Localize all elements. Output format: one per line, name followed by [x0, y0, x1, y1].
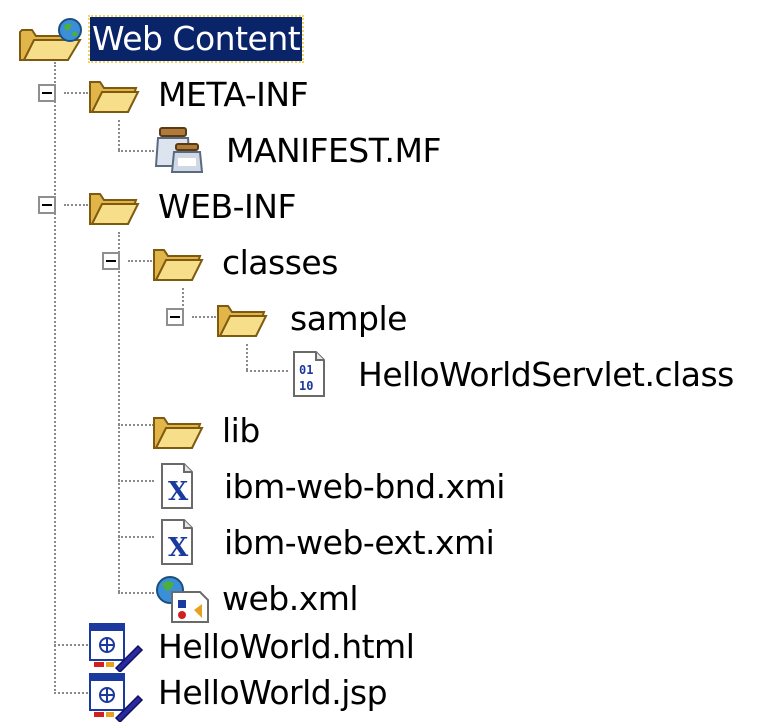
tree-node-label: classes: [222, 243, 338, 282]
jar-file-icon: [154, 126, 210, 174]
collapse-toggle-classes[interactable]: [102, 252, 120, 270]
tree-node-label: HelloWorldServlet.class: [358, 355, 734, 394]
tree-node-label: Web Content: [87, 15, 305, 63]
xmi-file-icon: X: [158, 518, 196, 566]
collapse-toggle-web-inf[interactable]: [38, 196, 56, 214]
svg-text:01: 01: [299, 363, 313, 377]
folder-open-icon: [152, 408, 204, 452]
tree-node-label: HelloWorld.jsp: [158, 673, 388, 712]
jsp-file-icon: [86, 672, 146, 722]
collapse-toggle-meta-inf[interactable]: [38, 84, 56, 102]
web-folder-icon: [18, 16, 84, 64]
tree-node-label: HelloWorld.html: [158, 627, 415, 666]
svg-text:X: X: [168, 533, 189, 563]
tree-node-label: ibm-web-ext.xmi: [224, 523, 495, 562]
project-explorer-tree: Web Content META-INF MANIFEST.MF WEB-INF…: [0, 0, 762, 724]
html-file-icon: [86, 622, 146, 672]
folder-open-icon: [88, 184, 140, 228]
tree-node-label: META-INF: [158, 75, 309, 114]
collapse-toggle-sample[interactable]: [166, 308, 184, 326]
tree-node-label: WEB-INF: [158, 187, 296, 226]
tree-node-label: web.xml: [222, 579, 359, 618]
tree-node-label: sample: [290, 299, 407, 338]
folder-open-icon: [152, 240, 204, 284]
folder-open-icon: [216, 296, 268, 340]
svg-text:10: 10: [299, 379, 313, 393]
tree-node-label: lib: [222, 411, 260, 450]
svg-text:X: X: [168, 477, 189, 507]
xmi-file-icon: X: [158, 462, 196, 510]
folder-open-icon: [88, 72, 140, 116]
deployment-descriptor-icon: [152, 574, 212, 624]
tree-node-label: ibm-web-bnd.xmi: [224, 467, 505, 506]
class-file-icon: 01 10: [290, 350, 328, 398]
tree-node-label: MANIFEST.MF: [226, 131, 441, 170]
